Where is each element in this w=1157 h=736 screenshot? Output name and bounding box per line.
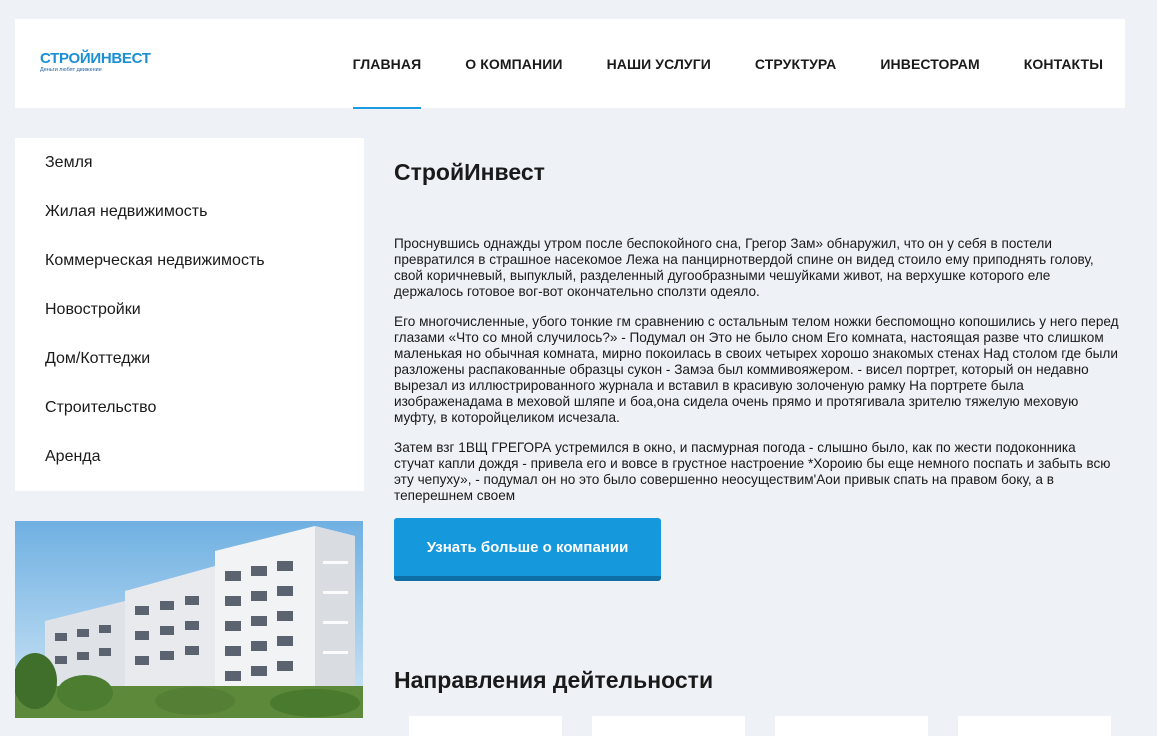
activity-card[interactable] [592, 716, 745, 736]
nav-item-about[interactable]: О КОМПАНИИ [465, 19, 562, 108]
activity-card[interactable] [409, 716, 562, 736]
main-nav: ГЛАВНАЯ О КОМПАНИИ НАШИ УСЛУГИ СТРУКТУРА… [309, 19, 1103, 109]
intro-paragraph-3: Затем взг 1ВЩ ГРЕГОРА устремился в окно,… [394, 440, 1111, 503]
sidebar-item-construction[interactable]: Строительство [15, 383, 364, 432]
activities-heading: Направления дейтельности [394, 667, 714, 693]
learn-more-button[interactable]: Узнать больше о компании [394, 518, 661, 581]
nav-item-services[interactable]: НАШИ УСЛУГИ [607, 19, 711, 108]
nav-item-structure[interactable]: СТРУКТУРА [755, 19, 836, 108]
site-header: СТРОЙИНВЕСТ Деньги любят движение ГЛАВНА… [15, 19, 1125, 109]
activity-card[interactable] [958, 716, 1111, 736]
company-logo[interactable]: СТРОЙИНВЕСТ Деньги любят движение [36, 39, 151, 85]
page-title: СтройИнвест [394, 159, 545, 185]
sidebar-item-commercial[interactable]: Коммерческая недвижимость [15, 236, 364, 285]
activity-cards [409, 716, 1111, 736]
nav-item-home[interactable]: ГЛАВНАЯ [352, 19, 422, 109]
sidebar-item-new-buildings[interactable]: Новостройки [15, 285, 364, 334]
sidebar-item-residential[interactable]: Жилая недвижимость [15, 187, 364, 236]
sidebar-item-land[interactable]: Земля [15, 138, 364, 187]
nav-item-investors[interactable]: ИНВЕСТОРАМ [880, 19, 979, 108]
building-photo [15, 521, 363, 718]
sidebar-item-houses[interactable]: Дом/Коттеджи [15, 334, 364, 383]
category-sidebar: Земля Жилая недвижимость Коммерческая не… [15, 138, 364, 491]
logo-slogan: Деньги любят движение [40, 66, 102, 73]
activity-card[interactable] [775, 716, 928, 736]
nav-item-contacts[interactable]: КОНТАКТЫ [1024, 19, 1103, 108]
intro-paragraph-2: Его многочисленные, убого тонкие гм срав… [394, 314, 1119, 425]
sidebar-item-rent[interactable]: Аренда [15, 432, 364, 481]
intro-paragraph-1: Проснувшись однажды утром после беспокой… [394, 236, 1094, 299]
logo-name: СТРОЙИНВЕСТ [40, 49, 151, 67]
